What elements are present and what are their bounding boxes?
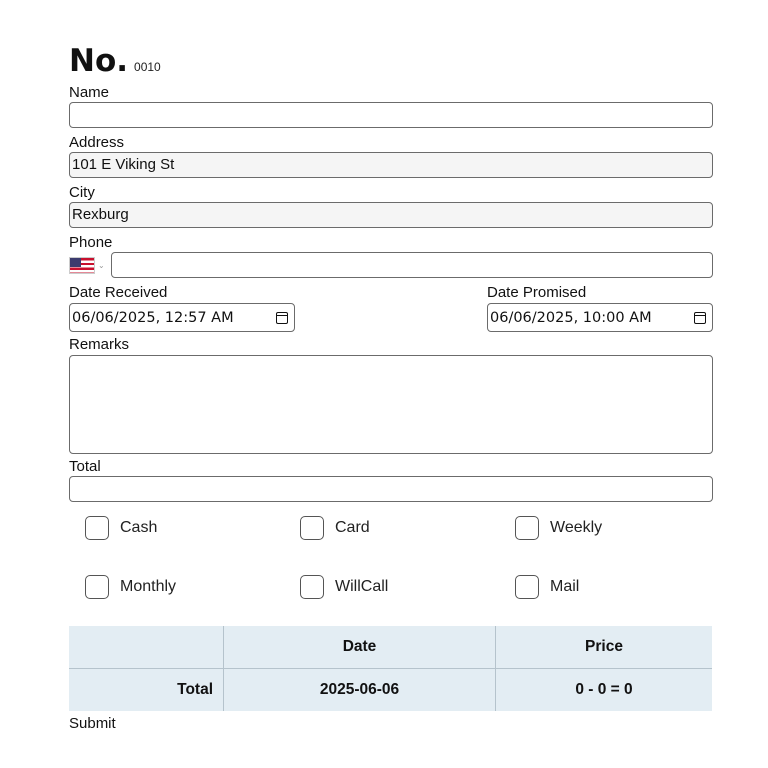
table-header-row: Date Price [69, 626, 712, 669]
phone-label: Phone [69, 234, 113, 251]
phone-row: ⌄ [69, 252, 713, 278]
page-title: No. [69, 43, 129, 79]
weekly-checkbox[interactable] [515, 516, 539, 540]
order-form: No. 0010 Name Address 101 E Viking St Ci… [69, 38, 713, 733]
address-input[interactable]: 101 E Viking St [69, 152, 713, 178]
willcall-label: WillCall [335, 578, 389, 595]
date-received-group: Date Received 06/06/2025, 12:57 AM [69, 284, 295, 332]
date-promised-group: Date Promised 06/06/2025, 10:00 AM [487, 284, 713, 332]
remarks-label: Remarks [69, 336, 130, 353]
monthly-checkbox[interactable] [85, 575, 109, 599]
cash-option[interactable]: Cash [85, 516, 157, 540]
city-label: City [69, 184, 95, 201]
date-received-label: Date Received [69, 284, 168, 301]
us-flag-icon[interactable] [69, 256, 95, 274]
calendar-icon[interactable] [694, 311, 706, 324]
table-cell-total-label: Total [69, 668, 224, 711]
card-option[interactable]: Card [300, 516, 370, 540]
date-promised-label: Date Promised [487, 284, 587, 301]
chevron-down-icon[interactable]: ⌄ [98, 261, 108, 270]
cash-checkbox[interactable] [85, 516, 109, 540]
date-received-input[interactable]: 06/06/2025, 12:57 AM [69, 303, 295, 332]
mail-label: Mail [550, 578, 580, 595]
table-row: Total 2025-06-06 0 - 0 = 0 [69, 668, 712, 711]
willcall-checkbox[interactable] [300, 575, 324, 599]
weekly-label: Weekly [550, 519, 603, 536]
mail-option[interactable]: Mail [515, 575, 579, 599]
dates-row: Date Received 06/06/2025, 12:57 AM Date … [69, 284, 713, 336]
remarks-textarea[interactable] [69, 355, 713, 454]
table-header-empty [69, 626, 224, 669]
city-input[interactable]: Rexburg [69, 202, 713, 228]
calendar-icon[interactable] [276, 311, 288, 324]
willcall-option[interactable]: WillCall [300, 575, 388, 599]
name-label: Name [69, 84, 110, 101]
submit-button[interactable]: Submit [69, 715, 713, 733]
card-label: Card [335, 519, 370, 536]
address-label: Address [69, 134, 125, 151]
total-label: Total [69, 458, 101, 475]
total-input[interactable] [69, 476, 713, 502]
name-input[interactable] [69, 102, 713, 128]
date-promised-value: 06/06/2025, 10:00 AM [490, 309, 652, 326]
order-number: 0010 [134, 60, 161, 74]
monthly-option[interactable]: Monthly [85, 575, 176, 599]
table-cell-date: 2025-06-06 [223, 668, 496, 711]
mail-checkbox[interactable] [515, 575, 539, 599]
table-cell-price: 0 - 0 = 0 [495, 668, 712, 711]
monthly-label: Monthly [120, 578, 177, 595]
payment-options: Cash Card Weekly Monthly WillCall Mail [69, 508, 713, 626]
weekly-option[interactable]: Weekly [515, 516, 602, 540]
form-header: No. 0010 [69, 38, 713, 84]
cash-label: Cash [120, 519, 158, 536]
card-checkbox[interactable] [300, 516, 324, 540]
summary-table: Date Price Total 2025-06-06 0 - 0 = 0 [69, 626, 712, 711]
table-header-price: Price [495, 626, 712, 669]
date-promised-input[interactable]: 06/06/2025, 10:00 AM [487, 303, 713, 332]
date-received-value: 06/06/2025, 12:57 AM [72, 309, 234, 326]
table-header-date: Date [223, 626, 496, 669]
phone-input[interactable] [110, 252, 713, 278]
